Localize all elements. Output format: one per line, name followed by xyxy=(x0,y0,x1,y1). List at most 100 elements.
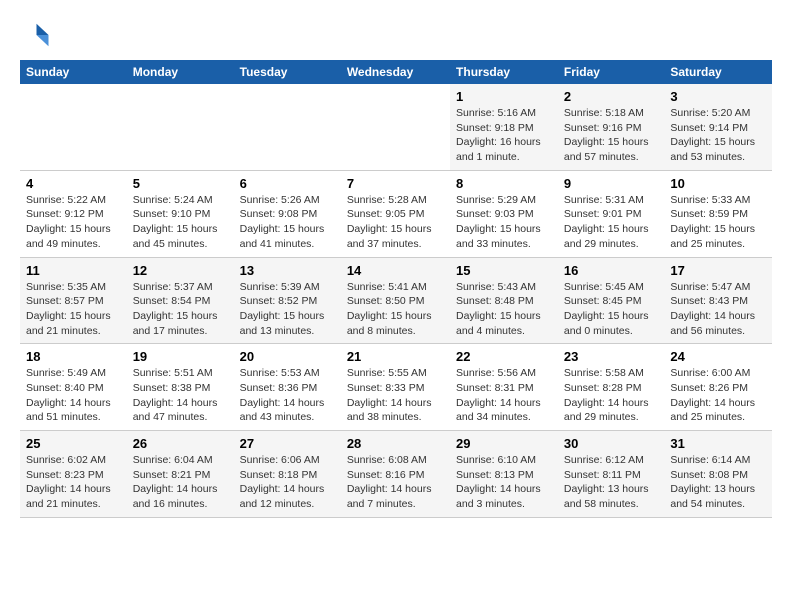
day-info: Sunrise: 5:55 AM Sunset: 8:33 PM Dayligh… xyxy=(347,366,444,425)
header-sunday: Sunday xyxy=(20,60,127,84)
day-number: 22 xyxy=(456,349,552,364)
day-number: 17 xyxy=(670,263,766,278)
day-cell: 24 Sunrise: 6:00 AM Sunset: 8:26 PM Dayli… xyxy=(664,344,772,431)
day-cell xyxy=(234,84,341,170)
header-tuesday: Tuesday xyxy=(234,60,341,84)
day-number: 20 xyxy=(240,349,335,364)
header-thursday: Thursday xyxy=(450,60,558,84)
day-cell: 18 Sunrise: 5:49 AM Sunset: 8:40 PM Dayli… xyxy=(20,344,127,431)
calendar-table: SundayMondayTuesdayWednesdayThursdayFrid… xyxy=(20,60,772,518)
day-info: Sunrise: 5:22 AM Sunset: 9:12 PM Dayligh… xyxy=(26,193,121,252)
day-cell: 4 Sunrise: 5:22 AM Sunset: 9:12 PM Daylig… xyxy=(20,170,127,257)
day-number: 9 xyxy=(564,176,658,191)
day-number: 11 xyxy=(26,263,121,278)
header-monday: Monday xyxy=(127,60,234,84)
day-cell xyxy=(20,84,127,170)
day-cell: 5 Sunrise: 5:24 AM Sunset: 9:10 PM Daylig… xyxy=(127,170,234,257)
day-info: Sunrise: 5:53 AM Sunset: 8:36 PM Dayligh… xyxy=(240,366,335,425)
day-cell: 29 Sunrise: 6:10 AM Sunset: 8:13 PM Dayli… xyxy=(450,431,558,518)
week-row-5: 25 Sunrise: 6:02 AM Sunset: 8:23 PM Dayli… xyxy=(20,431,772,518)
day-info: Sunrise: 5:26 AM Sunset: 9:08 PM Dayligh… xyxy=(240,193,335,252)
day-info: Sunrise: 5:51 AM Sunset: 8:38 PM Dayligh… xyxy=(133,366,228,425)
day-cell: 3 Sunrise: 5:20 AM Sunset: 9:14 PM Daylig… xyxy=(664,84,772,170)
week-row-2: 4 Sunrise: 5:22 AM Sunset: 9:12 PM Daylig… xyxy=(20,170,772,257)
day-number: 29 xyxy=(456,436,552,451)
day-cell: 16 Sunrise: 5:45 AM Sunset: 8:45 PM Dayli… xyxy=(558,257,664,344)
day-info: Sunrise: 6:06 AM Sunset: 8:18 PM Dayligh… xyxy=(240,453,335,512)
day-cell: 7Sunrise: 5:28 AM Sunset: 9:05 PM Daylig… xyxy=(341,170,450,257)
header-wednesday: Wednesday xyxy=(341,60,450,84)
day-info: Sunrise: 5:16 AM Sunset: 9:18 PM Dayligh… xyxy=(456,106,552,165)
day-number: 26 xyxy=(133,436,228,451)
day-info: Sunrise: 5:20 AM Sunset: 9:14 PM Dayligh… xyxy=(670,106,766,165)
day-cell: 13 Sunrise: 5:39 AM Sunset: 8:52 PM Dayli… xyxy=(234,257,341,344)
day-info: Sunrise: 5:24 AM Sunset: 9:10 PM Dayligh… xyxy=(133,193,228,252)
week-row-4: 18 Sunrise: 5:49 AM Sunset: 8:40 PM Dayli… xyxy=(20,344,772,431)
day-number: 1 xyxy=(456,89,552,104)
day-info: Sunrise: 5:58 AM Sunset: 8:28 PM Dayligh… xyxy=(564,366,658,425)
day-number: 16 xyxy=(564,263,658,278)
day-info: Sunrise: 5:29 AM Sunset: 9:03 PM Dayligh… xyxy=(456,193,552,252)
day-cell: 26 Sunrise: 6:04 AM Sunset: 8:21 PM Dayli… xyxy=(127,431,234,518)
day-info: Sunrise: 5:33 AM Sunset: 8:59 PM Dayligh… xyxy=(670,193,766,252)
day-number: 3 xyxy=(670,89,766,104)
day-number: 28 xyxy=(347,436,444,451)
day-info: Sunrise: 5:49 AM Sunset: 8:40 PM Dayligh… xyxy=(26,366,121,425)
day-info: Sunrise: 6:00 AM Sunset: 8:26 PM Dayligh… xyxy=(670,366,766,425)
day-cell: 31Sunrise: 6:14 AM Sunset: 8:08 PM Dayli… xyxy=(664,431,772,518)
page-header xyxy=(20,20,772,50)
day-info: Sunrise: 5:35 AM Sunset: 8:57 PM Dayligh… xyxy=(26,280,121,339)
day-number: 10 xyxy=(670,176,766,191)
day-number: 18 xyxy=(26,349,121,364)
day-number: 31 xyxy=(670,436,766,451)
day-cell: 1 Sunrise: 5:16 AM Sunset: 9:18 PM Daylig… xyxy=(450,84,558,170)
day-number: 6 xyxy=(240,176,335,191)
day-cell: 14 Sunrise: 5:41 AM Sunset: 8:50 PM Dayli… xyxy=(341,257,450,344)
day-number: 25 xyxy=(26,436,121,451)
day-info: Sunrise: 6:08 AM Sunset: 8:16 PM Dayligh… xyxy=(347,453,444,512)
day-info: Sunrise: 6:12 AM Sunset: 8:11 PM Dayligh… xyxy=(564,453,658,512)
day-number: 13 xyxy=(240,263,335,278)
week-row-3: 11 Sunrise: 5:35 AM Sunset: 8:57 PM Dayli… xyxy=(20,257,772,344)
day-number: 27 xyxy=(240,436,335,451)
week-row-1: 1 Sunrise: 5:16 AM Sunset: 9:18 PM Daylig… xyxy=(20,84,772,170)
day-cell xyxy=(341,84,450,170)
day-info: Sunrise: 5:41 AM Sunset: 8:50 PM Dayligh… xyxy=(347,280,444,339)
day-cell: 9Sunrise: 5:31 AM Sunset: 9:01 PM Daylig… xyxy=(558,170,664,257)
day-info: Sunrise: 6:04 AM Sunset: 8:21 PM Dayligh… xyxy=(133,453,228,512)
header-saturday: Saturday xyxy=(664,60,772,84)
day-cell: 11 Sunrise: 5:35 AM Sunset: 8:57 PM Dayli… xyxy=(20,257,127,344)
day-number: 30 xyxy=(564,436,658,451)
day-cell: 27 Sunrise: 6:06 AM Sunset: 8:18 PM Dayli… xyxy=(234,431,341,518)
day-number: 8 xyxy=(456,176,552,191)
day-info: Sunrise: 5:47 AM Sunset: 8:43 PM Dayligh… xyxy=(670,280,766,339)
day-cell: 30 Sunrise: 6:12 AM Sunset: 8:11 PM Dayli… xyxy=(558,431,664,518)
day-cell: 28 Sunrise: 6:08 AM Sunset: 8:16 PM Dayli… xyxy=(341,431,450,518)
day-cell: 21 Sunrise: 5:55 AM Sunset: 8:33 PM Dayli… xyxy=(341,344,450,431)
day-number: 12 xyxy=(133,263,228,278)
day-cell: 8 Sunrise: 5:29 AM Sunset: 9:03 PM Daylig… xyxy=(450,170,558,257)
day-number: 5 xyxy=(133,176,228,191)
day-info: Sunrise: 5:28 AM Sunset: 9:05 PM Dayligh… xyxy=(347,193,444,252)
day-number: 21 xyxy=(347,349,444,364)
day-number: 19 xyxy=(133,349,228,364)
day-cell: 19 Sunrise: 5:51 AM Sunset: 8:38 PM Dayli… xyxy=(127,344,234,431)
day-info: Sunrise: 5:56 AM Sunset: 8:31 PM Dayligh… xyxy=(456,366,552,425)
day-number: 4 xyxy=(26,176,121,191)
day-info: Sunrise: 5:18 AM Sunset: 9:16 PM Dayligh… xyxy=(564,106,658,165)
day-info: Sunrise: 5:45 AM Sunset: 8:45 PM Dayligh… xyxy=(564,280,658,339)
header-friday: Friday xyxy=(558,60,664,84)
day-number: 23 xyxy=(564,349,658,364)
day-cell: 15Sunrise: 5:43 AM Sunset: 8:48 PM Dayli… xyxy=(450,257,558,344)
day-number: 24 xyxy=(670,349,766,364)
logo xyxy=(20,20,54,50)
day-cell: 12Sunrise: 5:37 AM Sunset: 8:54 PM Dayli… xyxy=(127,257,234,344)
day-cell: 23 Sunrise: 5:58 AM Sunset: 8:28 PM Dayli… xyxy=(558,344,664,431)
day-cell: 20 Sunrise: 5:53 AM Sunset: 8:36 PM Dayli… xyxy=(234,344,341,431)
day-info: Sunrise: 5:39 AM Sunset: 8:52 PM Dayligh… xyxy=(240,280,335,339)
day-cell: 22 Sunrise: 5:56 AM Sunset: 8:31 PM Dayli… xyxy=(450,344,558,431)
logo-icon xyxy=(20,20,50,50)
day-number: 14 xyxy=(347,263,444,278)
day-info: Sunrise: 6:02 AM Sunset: 8:23 PM Dayligh… xyxy=(26,453,121,512)
day-info: Sunrise: 6:10 AM Sunset: 8:13 PM Dayligh… xyxy=(456,453,552,512)
